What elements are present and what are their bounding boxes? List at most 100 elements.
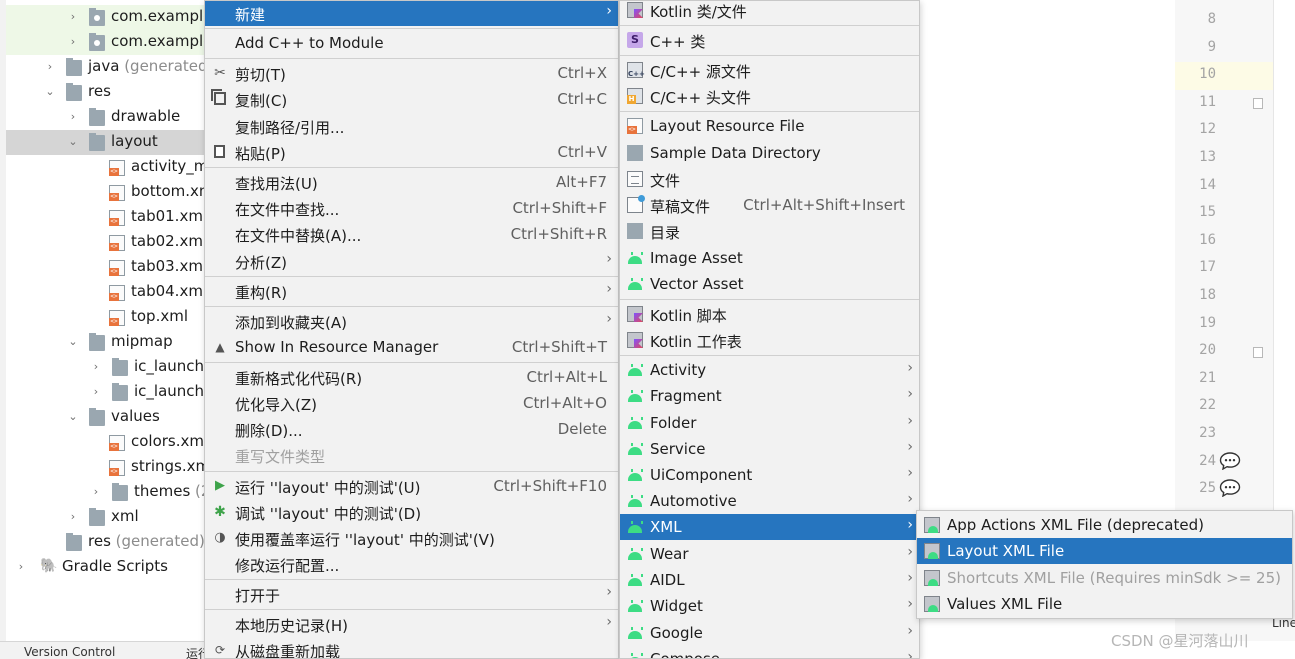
- menu-item[interactable]: Google ›: [620, 620, 919, 646]
- tree-row[interactable]: top.xml: [6, 305, 205, 330]
- menu-item[interactable]: S C++ 类: [620, 27, 919, 53]
- tree-row[interactable]: › java (generated): [6, 55, 205, 80]
- menu-item[interactable]: 修改运行配置...: [205, 551, 618, 577]
- tree-row[interactable]: strings.xm: [6, 455, 205, 480]
- menu-item[interactable]: Activity ›: [620, 357, 919, 383]
- tree-row[interactable]: activity_ma: [6, 155, 205, 180]
- menu-item[interactable]: 重构(R) ›: [205, 278, 618, 304]
- menu-item[interactable]: ▲ Show In Resource Manager Ctrl+Shift+T: [205, 334, 618, 360]
- comment-bubble-icon[interactable]: [1219, 452, 1241, 471]
- menu-item[interactable]: Kotlin 类/文件: [620, 1, 919, 23]
- chevron-right-icon[interactable]: ›: [89, 385, 103, 399]
- xml-submenu[interactable]: App Actions XML File (deprecated) Layout …: [916, 510, 1293, 619]
- tree-row[interactable]: › themes (2): [6, 480, 205, 505]
- menu-item[interactable]: 本地历史记录(H) ›: [205, 611, 618, 637]
- project-tree[interactable]: › com.example › com.example › java (generated…: [0, 0, 205, 641]
- tree-row[interactable]: › com.example: [6, 5, 205, 30]
- menu-item[interactable]: Widget ›: [620, 593, 919, 619]
- menu-item[interactable]: Vector Asset: [620, 271, 919, 297]
- menu-item[interactable]: 粘贴(P) Ctrl+V: [205, 139, 618, 165]
- menu-item[interactable]: Values XML File: [917, 591, 1292, 617]
- menu-item[interactable]: C++ C/C++ 源文件: [620, 57, 919, 83]
- menu-item[interactable]: App Actions XML File (deprecated): [917, 512, 1292, 538]
- menu-item[interactable]: Sample Data Directory: [620, 140, 919, 166]
- tree-row[interactable]: ⌄ res: [6, 80, 205, 105]
- menu-item[interactable]: XML ›: [620, 514, 919, 540]
- chevron-down-icon[interactable]: ⌄: [43, 85, 57, 99]
- tree-row[interactable]: › ic_launche: [6, 380, 205, 405]
- chevron-right-icon[interactable]: ›: [66, 10, 80, 24]
- chevron-right-icon[interactable]: ›: [43, 60, 57, 74]
- menu-item[interactable]: C/C++ 头文件: [620, 83, 919, 109]
- menu-item[interactable]: Fragment ›: [620, 383, 919, 409]
- menu-item[interactable]: Compose ›: [620, 646, 919, 658]
- menu-item[interactable]: Kotlin 工作表: [620, 327, 919, 353]
- menu-item[interactable]: 目录: [620, 218, 919, 244]
- tree-row[interactable]: tab04.xml: [6, 280, 205, 305]
- tree-row[interactable]: › xml: [6, 505, 205, 530]
- menu-item[interactable]: AIDL ›: [620, 567, 919, 593]
- version-control-tab[interactable]: Version Control: [24, 645, 115, 659]
- tree-row[interactable]: › 🐘 Gradle Scripts: [6, 555, 205, 580]
- chevron-right-icon[interactable]: ›: [66, 510, 80, 524]
- menu-item[interactable]: 打开于 ›: [205, 581, 618, 607]
- menu-item[interactable]: UiComponent ›: [620, 462, 919, 488]
- menu-item-label: App Actions XML File (deprecated): [947, 516, 1204, 534]
- menu-item[interactable]: 文件: [620, 166, 919, 192]
- menu-item[interactable]: 新建 ›: [205, 1, 618, 26]
- menu-item[interactable]: 优化导入(Z) Ctrl+Alt+O: [205, 390, 618, 416]
- menu-item[interactable]: 重新格式化代码(R) Ctrl+Alt+L: [205, 364, 618, 390]
- chevron-right-icon[interactable]: ›: [89, 485, 103, 499]
- chevron-down-icon[interactable]: ⌄: [66, 135, 80, 149]
- tree-row[interactable]: tab02.xml: [6, 230, 205, 255]
- menu-item-label: 重写文件类型: [235, 448, 326, 466]
- tree-row[interactable]: colors.xml: [6, 430, 205, 455]
- tree-item-name: tab01.xml: [131, 207, 205, 225]
- chevron-right-icon[interactable]: ›: [89, 360, 103, 374]
- menu-item[interactable]: Wear ›: [620, 541, 919, 567]
- menu-item[interactable]: Image Asset: [620, 245, 919, 271]
- menu-item[interactable]: ▶ 运行 ''layout' 中的测试'(U) Ctrl+Shift+F10: [205, 473, 618, 499]
- menu-item[interactable]: 分析(Z) ›: [205, 248, 618, 274]
- tree-row[interactable]: ⌄ layout: [6, 130, 205, 155]
- chevron-right-icon[interactable]: ›: [66, 110, 80, 124]
- menu-item[interactable]: ✂ 剪切(T) Ctrl+X: [205, 60, 618, 86]
- comment-bubble-icon[interactable]: [1219, 479, 1241, 498]
- menu-item[interactable]: Automotive ›: [620, 488, 919, 514]
- menu-item[interactable]: 复制(C) Ctrl+C: [205, 86, 618, 112]
- menu-item[interactable]: ◑ 使用覆盖率运行 ''layout' 中的测试'(V): [205, 525, 618, 551]
- menu-item[interactable]: 在文件中查找... Ctrl+Shift+F: [205, 195, 618, 221]
- menu-item[interactable]: Folder ›: [620, 410, 919, 436]
- tree-row[interactable]: › ic_launche: [6, 355, 205, 380]
- tree-row[interactable]: › com.example: [6, 30, 205, 55]
- menu-item[interactable]: Layout Resource File: [620, 113, 919, 139]
- run-tab[interactable]: 运行: [186, 645, 205, 659]
- chevron-down-icon[interactable]: ⌄: [66, 410, 80, 424]
- fold-marker-icon[interactable]: [1253, 347, 1263, 358]
- tree-row[interactable]: res (generated): [6, 530, 205, 555]
- menu-item[interactable]: 在文件中替换(A)... Ctrl+Shift+R: [205, 221, 618, 247]
- new-submenu[interactable]: Kotlin 类/文件 S C++ 类 C++ C/C++ 源文件 C/C++ 头文件 La…: [619, 0, 920, 659]
- menu-item[interactable]: Add C++ to Module: [205, 30, 618, 56]
- tree-row[interactable]: bottom.xm: [6, 180, 205, 205]
- context-menu[interactable]: 新建 › Add C++ to Module ✂ 剪切(T) Ctrl+X 复制(C) Ctr…: [204, 0, 619, 659]
- tree-row[interactable]: ⌄ values: [6, 405, 205, 430]
- tree-row[interactable]: ⌄ mipmap: [6, 330, 205, 355]
- menu-item[interactable]: 添加到收藏夹(A) ›: [205, 308, 618, 334]
- menu-item[interactable]: 删除(D)... Delete: [205, 416, 618, 442]
- menu-item[interactable]: Service ›: [620, 436, 919, 462]
- menu-item[interactable]: Layout XML File: [917, 538, 1292, 564]
- chevron-down-icon[interactable]: ⌄: [66, 335, 80, 349]
- menu-item[interactable]: ⟳ 从磁盘重新加载: [205, 637, 618, 658]
- chevron-right-icon[interactable]: ›: [66, 35, 80, 49]
- menu-item[interactable]: Kotlin 脚本: [620, 301, 919, 327]
- tree-row[interactable]: › drawable: [6, 105, 205, 130]
- tree-row[interactable]: tab01.xml: [6, 205, 205, 230]
- menu-item[interactable]: 复制路径/引用...: [205, 113, 618, 139]
- tree-row[interactable]: tab03.xml: [6, 255, 205, 280]
- chevron-right-icon[interactable]: ›: [14, 560, 28, 574]
- fold-marker-icon[interactable]: [1253, 98, 1263, 109]
- menu-item[interactable]: 草稿文件 Ctrl+Alt+Shift+Insert: [620, 192, 919, 218]
- menu-item[interactable]: 查找用法(U) Alt+F7: [205, 169, 618, 195]
- menu-item[interactable]: ✱ 调试 ''layout' 中的测试'(D): [205, 499, 618, 525]
